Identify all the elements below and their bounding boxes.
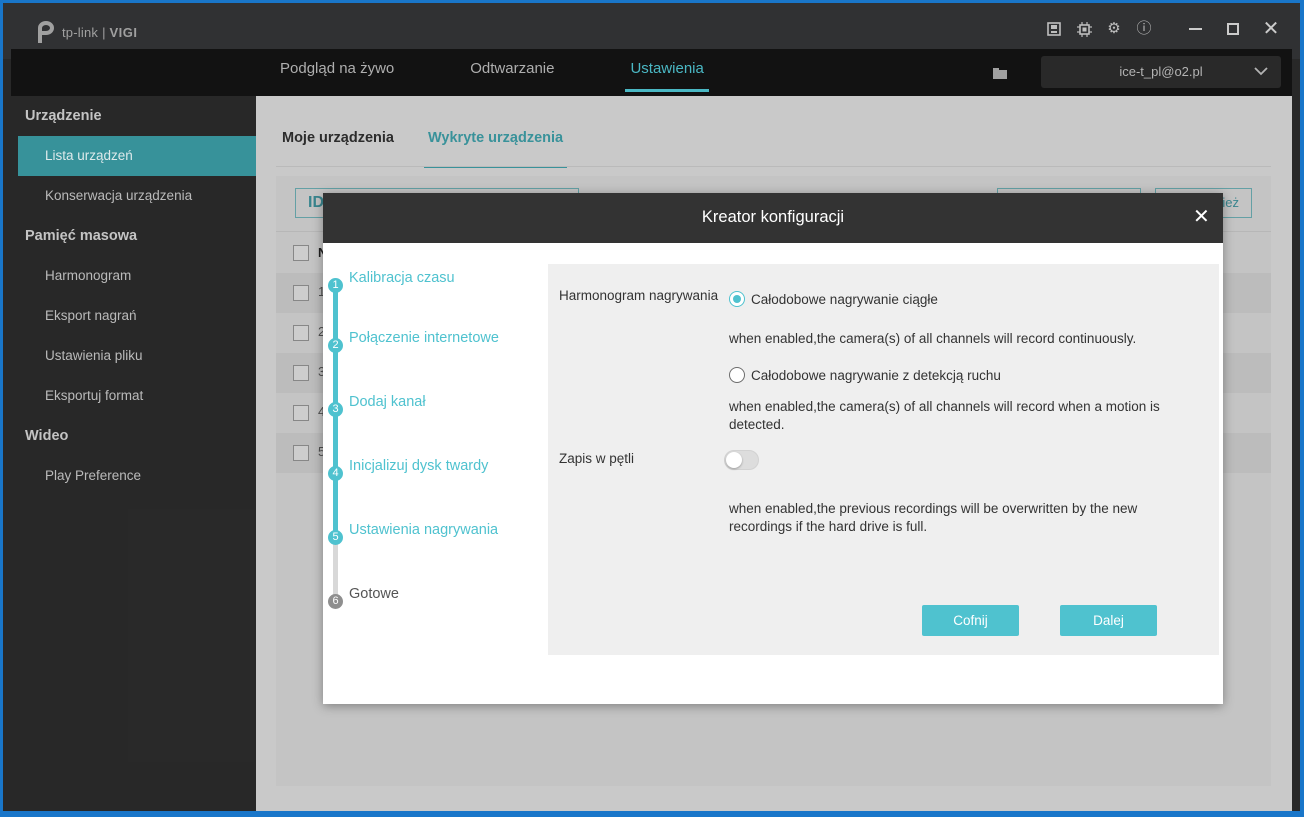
motion-description: when enabled,the camera(s) of all channe… <box>729 399 1160 432</box>
step-number: 4 <box>328 465 343 481</box>
step-number: 5 <box>328 529 343 545</box>
step-recording-settings[interactable]: 5 Ustawienia nagrywania <box>328 522 498 547</box>
schedule-label: Harmonogram nagrywania <box>559 288 719 303</box>
toggle-knob <box>726 452 742 468</box>
wizard-stepper: 1 Kalibracja czasu 2 Połączenie internet… <box>323 243 548 704</box>
step-label: Ustawienia nagrywania <box>349 522 499 538</box>
step-number: 1 <box>328 277 343 293</box>
dialog-close-icon[interactable]: ✕ <box>1193 207 1210 227</box>
radio-motion-recording[interactable]: Całodobowe nagrywanie z detekcją ruchu <box>729 367 1001 383</box>
loop-recording-label: Zapis w pętli <box>559 451 635 466</box>
step-internet-connection[interactable]: 2 Połączenie internetowe <box>328 330 499 355</box>
radio-continuous[interactable] <box>729 291 745 307</box>
step-label: Połączenie internetowe <box>349 330 499 346</box>
step-number: 6 <box>328 593 343 609</box>
step-done[interactable]: 6 Gotowe <box>328 586 399 611</box>
loop-description: when enabled,the previous recordings wil… <box>729 501 1138 534</box>
setup-wizard-dialog: Kreator konfiguracji ✕ 1 Kalibracja czas… <box>323 193 1223 704</box>
step-label: Inicjalizuj dysk twardy <box>349 458 489 474</box>
step-initialize-hdd[interactable]: 4 Inicjalizuj dysk twardy <box>328 458 488 483</box>
recording-settings-form: Harmonogram nagrywania Całodobowe nagryw… <box>548 264 1219 655</box>
radio-continuous-recording[interactable]: Całodobowe nagrywanie ciągłe <box>729 291 938 307</box>
radio-motion[interactable] <box>729 367 745 383</box>
step-number: 2 <box>328 337 343 353</box>
step-add-channel[interactable]: 3 Dodaj kanał <box>328 394 426 419</box>
step-label: Dodaj kanał <box>349 394 426 410</box>
radio-continuous-label: Całodobowe nagrywanie ciągłe <box>751 291 938 307</box>
dialog-title: Kreator konfiguracji <box>701 208 845 226</box>
step-label: Gotowe <box>349 586 399 602</box>
dialog-header: Kreator konfiguracji ✕ <box>323 193 1223 243</box>
back-button[interactable]: Cofnij <box>922 605 1019 636</box>
radio-motion-label: Całodobowe nagrywanie z detekcją ruchu <box>751 367 1001 383</box>
next-button[interactable]: Dalej <box>1060 605 1157 636</box>
step-number: 3 <box>328 401 343 417</box>
step-time-calibration[interactable]: 1 Kalibracja czasu <box>328 270 455 295</box>
continuous-description: when enabled,the camera(s) of all channe… <box>729 331 1137 346</box>
loop-recording-toggle[interactable] <box>724 450 759 470</box>
step-label: Kalibracja czasu <box>349 270 455 286</box>
